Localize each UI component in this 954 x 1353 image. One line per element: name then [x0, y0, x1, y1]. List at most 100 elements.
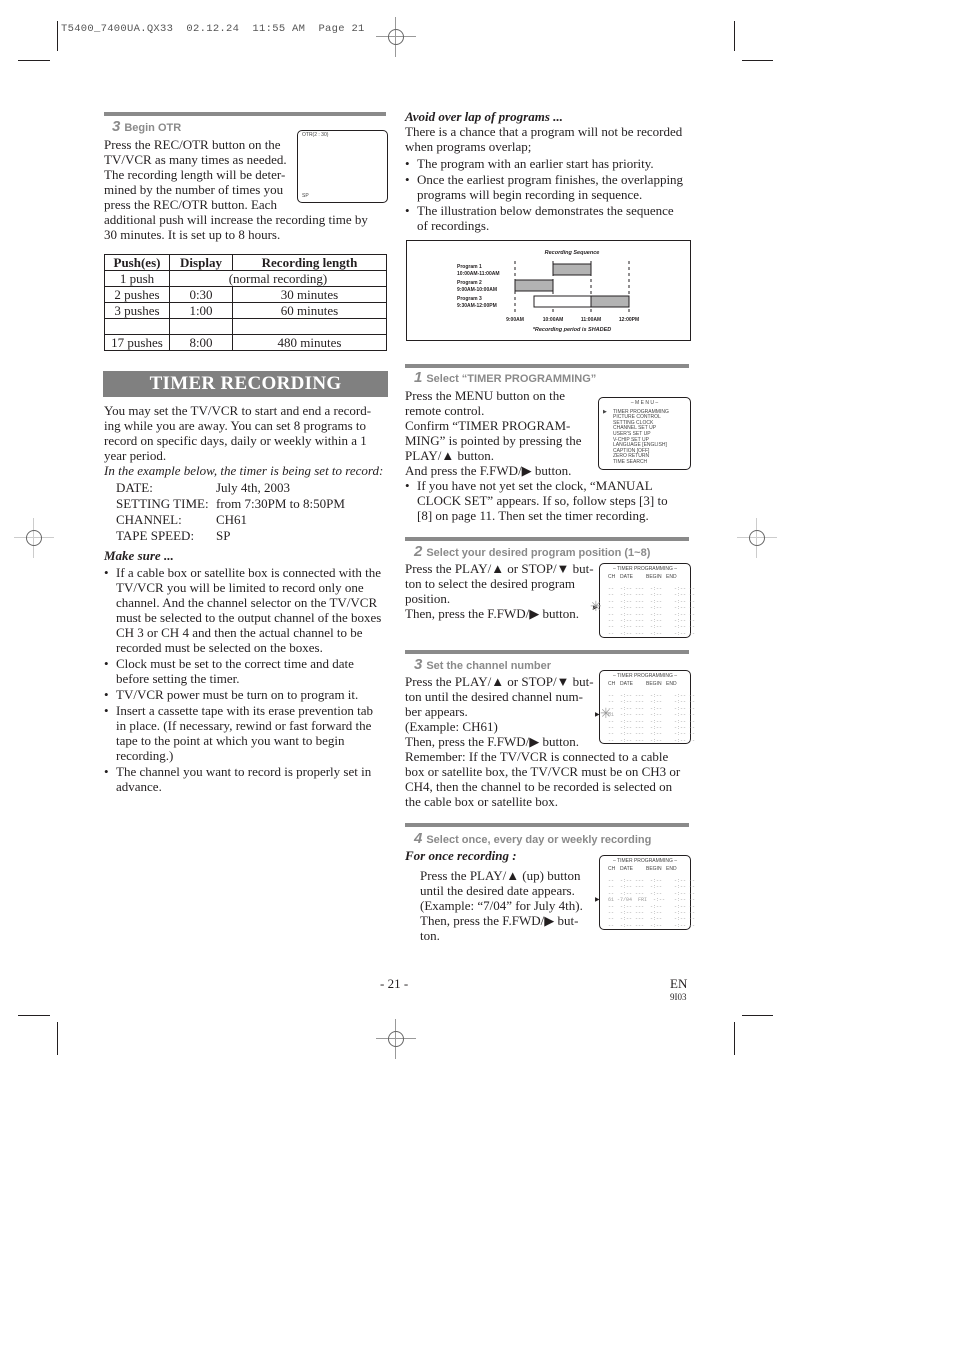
table-cell: 2 pushes: [104, 286, 170, 303]
text-line: [8] on page 11. Then set the timer recor…: [417, 508, 649, 523]
section-rule: [405, 650, 689, 654]
list-item: Clock must be set to the correct time an…: [104, 656, 394, 686]
text-line: recording.): [116, 748, 174, 763]
text-line: Press the PLAY/▲ (up) button: [420, 868, 581, 883]
program-name: Program 3: [457, 296, 482, 302]
recorded-period-bar: [590, 295, 630, 308]
waiting-period-bar: [533, 295, 592, 308]
timer-programming-screen-step-2: – TIMER PROGRAMMING – CH DATE BEGIN END -- -:…: [590, 563, 695, 638]
screen-column-header: END: [666, 573, 677, 580]
text-line: tape to the point at which you want to b…: [116, 733, 345, 748]
crop-mark: [18, 60, 50, 61]
example-row: DATE: July 4th, 2003: [116, 480, 394, 496]
menu-title: – M E N U –: [630, 400, 659, 406]
step-title: Select once, every day or weekly recordi…: [426, 834, 652, 846]
otr-display-time: OTR(2 : 30): [302, 132, 329, 138]
step-number: 3: [112, 118, 121, 135]
table-cell: [232, 318, 387, 335]
example-row: SETTING TIME: from 7:30PM to 8:50PM: [116, 496, 394, 512]
blink-indicator-icon: ✳: [590, 600, 602, 616]
step-heading-1: 1 Select “TIMER PROGRAMMING”: [414, 369, 596, 386]
text-line: You may set the TV/VCR to start and end …: [104, 403, 372, 418]
step-heading-4: 4 Select once, every day or weekly record…: [414, 830, 651, 847]
example-value: from 7:30PM to 8:50PM: [216, 496, 345, 511]
screen-column-header: CH: [608, 680, 616, 687]
text-line: programs will begin recording in sequenc…: [417, 187, 643, 202]
time-tick-label: 9:00AM: [506, 317, 524, 323]
text-line: Clock must be set to the correct time an…: [116, 656, 354, 671]
text-line: must be selected to the output channel o…: [116, 610, 382, 625]
program-time: 9:30AM-12:00PM: [457, 303, 497, 309]
example-intro: In the example below, the timer is being…: [104, 463, 384, 478]
screen-header-row: CH DATE BEGIN END: [600, 865, 690, 875]
step-4-text: Press the PLAY/▲ (up) button until the d…: [420, 868, 600, 943]
text-line: record on specific days, daily or weekly…: [104, 433, 367, 448]
text-line: The program with an earlier start has pr…: [417, 156, 654, 171]
text-line: the cable box or satellite box.: [405, 794, 559, 809]
text-line: Then, press the F.FWD/▶ button.: [405, 606, 579, 621]
page-number: - 21 -: [380, 976, 409, 991]
screen-program-rows: -- -:-- --- -:-- -:-- -- -- -:-- --- -:-…: [608, 878, 696, 929]
text-line: There is a chance that a program will no…: [405, 124, 683, 139]
example-row: TAPE SPEED: SP: [116, 528, 394, 544]
screen-title: – TIMER PROGRAMMING –: [612, 566, 678, 572]
screen-title: – TIMER PROGRAMMING –: [612, 858, 678, 864]
step-2-text: Press the PLAY/▲ or STOP/▼ but- ton to s…: [405, 561, 605, 621]
step-heading-2: 2 Select your desired program position (1…: [414, 543, 650, 560]
table-cell: 1:00: [169, 302, 233, 319]
crop-mark: [734, 21, 735, 51]
list-item: TV/VCR power must be turn on to program …: [104, 687, 394, 702]
row-cursor-icon: ▶: [595, 712, 600, 719]
language-code: EN: [670, 976, 688, 991]
example-label: DATE:: [116, 480, 153, 495]
step-title: Set the channel number: [426, 660, 552, 672]
text-line: TV/VCR power must be turn on to program …: [116, 687, 359, 702]
timer-recording-title: TIMER RECORDING: [103, 371, 388, 397]
step-number: 4: [414, 830, 423, 847]
table-cell: 30 minutes: [232, 286, 387, 303]
table-cell: 17 pushes: [104, 334, 170, 351]
screen-program-rows: -- -:-- --- -:-- -:-- -- -- -:-- --- -:-…: [608, 693, 696, 744]
screen-header-row: CH DATE BEGIN END: [600, 573, 690, 583]
list-item: The program with an earlier start has pr…: [405, 156, 695, 171]
table-row: 1 push (normal recording): [104, 270, 387, 287]
text-line: (Example: “7/04” for July 4th).: [420, 898, 583, 913]
column-header: Recording length: [232, 254, 387, 271]
text-line: year period.: [104, 448, 167, 463]
table-cell: 3 pushes: [104, 302, 170, 319]
column-header: Push(es): [104, 254, 170, 271]
time-tick-label: 10:00AM: [543, 317, 564, 323]
crop-mark: [734, 1022, 735, 1055]
document-code: 9I03: [670, 992, 687, 1002]
menu-screen-display: – M E N U – TIMER PROGRAMMING ▶ PICTURE CO…: [598, 397, 691, 470]
screen-title: – TIMER PROGRAMMING –: [612, 673, 678, 679]
time-tick-label: 12:00PM: [619, 317, 639, 323]
example-settings: DATE: July 4th, 2003 SETTING TIME: from 7:…: [104, 480, 394, 544]
section-rule: [405, 823, 689, 827]
crop-mark: [57, 1022, 58, 1055]
step-number: 3: [414, 656, 423, 673]
table-cell: (normal recording): [169, 270, 387, 287]
make-sure-list: If a cable box or satellite box is conne…: [104, 565, 394, 794]
text-line: Insert a cassette tape with its erase pr…: [116, 703, 374, 718]
list-item: The illustration below demonstrates the …: [405, 203, 695, 233]
example-label: SETTING TIME:: [116, 496, 209, 511]
text-line: ton to select the desired program: [405, 576, 576, 591]
registration-mark-icon: [376, 17, 416, 57]
text-line: CH4, then the channel to be recorded is …: [405, 779, 673, 794]
screen-column-header: BEGIN: [646, 573, 662, 580]
text-line: Press the PLAY/▲ or STOP/▼ but-: [405, 561, 594, 576]
section-rule: [405, 537, 689, 541]
otr-display-speed: SP: [302, 193, 309, 200]
step-number: 2: [414, 543, 423, 560]
screen-column-header: BEGIN: [646, 865, 662, 872]
text-line: CLOCK SET” appears. If so, follow steps …: [417, 493, 668, 508]
text-line: before setting the timer.: [116, 671, 240, 686]
table-cell: 60 minutes: [232, 302, 387, 319]
step-heading-3: 3 Set the channel number: [414, 656, 551, 673]
step-4-subheading: For once recording :: [405, 848, 517, 863]
crop-mark: [742, 1015, 773, 1016]
table-cell: 0:30: [169, 286, 233, 303]
overlap-list: The program with an earlier start has pr…: [405, 156, 695, 233]
timer-programming-screen-step-4: – TIMER PROGRAMMING – CH DATE BEGIN END -- -:…: [595, 855, 695, 930]
